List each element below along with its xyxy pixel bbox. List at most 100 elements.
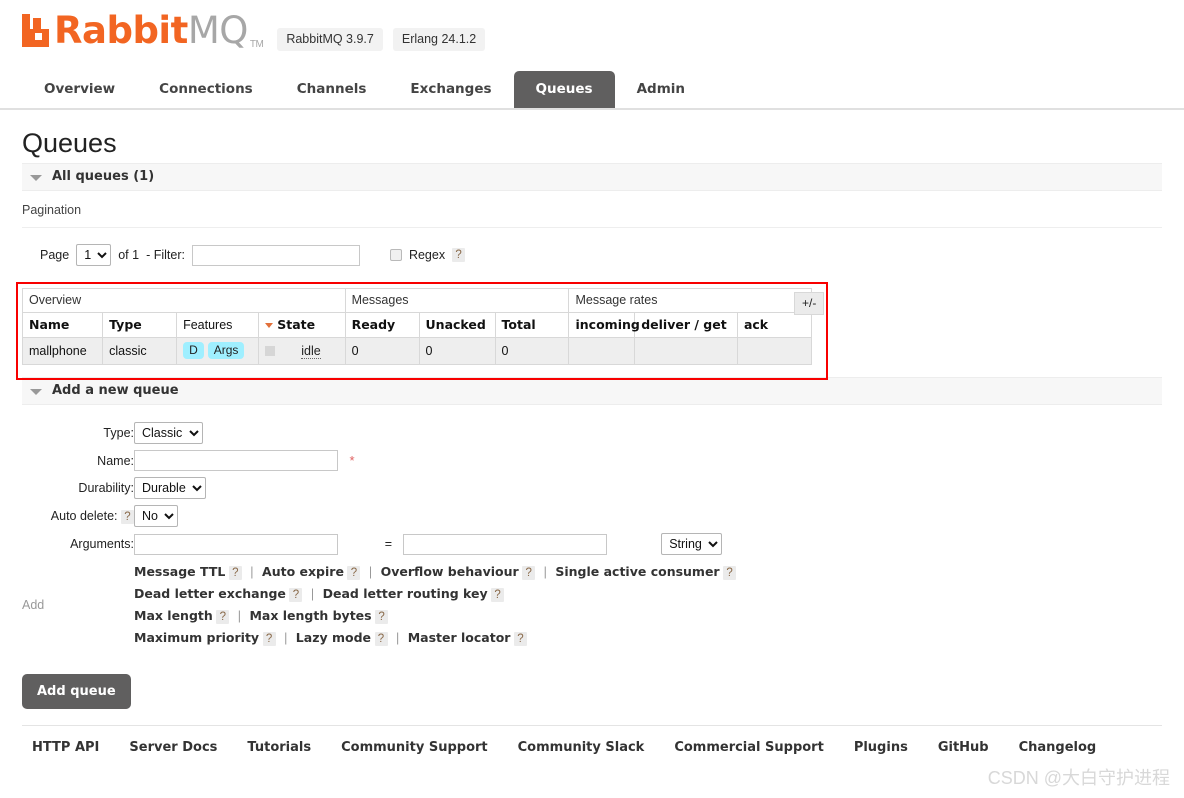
preset-dead-letter-exchange[interactable]: Dead letter exchange	[134, 586, 286, 601]
queue-features-cell: D Args	[176, 337, 260, 365]
tab-exchanges[interactable]: Exchanges	[388, 71, 513, 108]
column-header-ready[interactable]: Ready	[344, 312, 420, 338]
preset-master-locator[interactable]: Master locator	[408, 630, 511, 645]
erlang-version-badge: Erlang 24.1.2	[392, 28, 486, 51]
preset-overflow-behaviour[interactable]: Overflow behaviour	[381, 564, 519, 579]
footer-link-tutorials[interactable]: Tutorials	[247, 740, 311, 755]
auto-delete-help-icon[interactable]: ?	[121, 509, 134, 524]
preset-message-ttl[interactable]: Message TTL	[134, 564, 225, 579]
preset-row-3: Max length ? | Max length bytes ?	[134, 605, 736, 627]
page-count-label: of 1	[118, 248, 140, 262]
page-label: Page	[40, 248, 70, 262]
footer-link-changelog[interactable]: Changelog	[1019, 740, 1097, 755]
dead-letter-routing-key-help-icon[interactable]: ?	[491, 588, 505, 602]
add-queue-section-header[interactable]: Add a new queue	[22, 377, 1162, 405]
app-header: RabbitMQ TM RabbitMQ 3.9.7 Erlang 24.1.2	[0, 0, 1184, 70]
add-queue-heading: Add a new queue	[52, 383, 179, 398]
regex-help-icon[interactable]: ?	[452, 248, 466, 262]
auto-delete-select[interactable]: No	[134, 505, 178, 527]
preset-row-1: Message TTL ? | Auto expire ? | Overflow…	[134, 561, 737, 583]
argument-key-input[interactable]	[134, 533, 338, 555]
argument-value-input[interactable]	[402, 533, 607, 555]
queue-unacked-cell: 0	[418, 337, 496, 365]
maximum-priority-help-icon[interactable]: ?	[262, 632, 276, 646]
form-row-name: Name: *	[22, 447, 736, 474]
argument-type-select[interactable]: String	[661, 533, 723, 555]
column-header-deliver-get[interactable]: deliver / get	[634, 312, 738, 338]
pagination-label: Pagination	[22, 191, 1162, 228]
footer-link-community-slack[interactable]: Community Slack	[518, 740, 645, 755]
queue-name-cell[interactable]: mallphone	[21, 337, 104, 365]
toggle-columns-button[interactable]: +/-	[794, 292, 825, 315]
footer-link-http-api[interactable]: HTTP API	[32, 740, 99, 755]
footer-link-community-support[interactable]: Community Support	[341, 740, 488, 755]
table-row[interactable]: mallphone classic D Args idle 0 0 0	[21, 337, 813, 365]
tab-channels[interactable]: Channels	[275, 71, 389, 108]
add-queue-button[interactable]: Add queue	[22, 674, 131, 709]
all-queues-section-header[interactable]: All queues (1)	[22, 163, 1162, 191]
tab-connections[interactable]: Connections	[137, 71, 275, 108]
overflow-behaviour-help-icon[interactable]: ?	[522, 566, 536, 580]
column-header-type[interactable]: Type	[102, 312, 178, 338]
queue-ready-cell: 0	[344, 337, 420, 365]
all-queues-label: All queues (1)	[52, 169, 155, 184]
max-length-help-icon[interactable]: ?	[216, 610, 230, 624]
pagination-controls: Page 1 of 1 - Filter: Regex ?	[22, 228, 1162, 280]
queue-type-cell: classic	[102, 337, 178, 365]
table-column-header-row: Name Type Features State Ready Unacked T…	[21, 312, 813, 338]
footer-link-commercial-support[interactable]: Commercial Support	[674, 740, 824, 755]
page-footer: HTTP API Server Docs Tutorials Community…	[22, 725, 1162, 755]
queue-ack-cell	[736, 337, 813, 365]
rabbitmq-version-badge: RabbitMQ 3.9.7	[277, 28, 383, 51]
preset-auto-expire[interactable]: Auto expire	[262, 564, 344, 579]
add-argument-label[interactable]: Add	[22, 558, 134, 652]
page-select[interactable]: 1	[76, 244, 112, 266]
master-locator-help-icon[interactable]: ?	[513, 632, 527, 646]
queue-name-input[interactable]	[134, 450, 338, 471]
column-header-incoming[interactable]: incoming	[568, 312, 640, 338]
filter-input[interactable]	[191, 244, 360, 266]
column-header-ack[interactable]: ack	[736, 312, 813, 338]
single-active-consumer-help-icon[interactable]: ?	[723, 566, 737, 580]
tab-overview[interactable]: Overview	[22, 71, 137, 108]
brand-wordmark: RabbitMQ TM	[54, 12, 264, 50]
collapse-triangle-icon[interactable]	[30, 388, 42, 395]
group-header-message-rates: Message rates	[568, 288, 812, 313]
auto-delete-label: Auto delete: ?	[22, 502, 134, 530]
preset-single-active-consumer[interactable]: Single active consumer	[555, 564, 719, 579]
tab-admin[interactable]: Admin	[615, 71, 707, 108]
auto-expire-help-icon[interactable]: ?	[347, 566, 361, 580]
dead-letter-exchange-help-icon[interactable]: ?	[289, 588, 303, 602]
feature-badge-args[interactable]: Args	[207, 342, 245, 359]
preset-max-length[interactable]: Max length	[134, 608, 213, 623]
preset-lazy-mode[interactable]: Lazy mode	[296, 630, 371, 645]
preset-max-length-bytes[interactable]: Max length bytes	[249, 608, 371, 623]
queue-state-text: idle	[301, 343, 321, 359]
preset-dead-letter-routing-key[interactable]: Dead letter routing key	[323, 586, 488, 601]
lazy-mode-help-icon[interactable]: ?	[374, 632, 388, 646]
max-length-bytes-help-icon[interactable]: ?	[375, 610, 389, 624]
tab-queues[interactable]: Queues	[513, 71, 615, 108]
type-select[interactable]: Classic	[134, 422, 203, 444]
footer-link-github[interactable]: GitHub	[938, 740, 989, 755]
filter-label: - Filter:	[146, 248, 185, 262]
preset-maximum-priority[interactable]: Maximum priority	[134, 630, 259, 645]
message-ttl-help-icon[interactable]: ?	[228, 566, 242, 580]
column-header-features[interactable]: Features	[176, 312, 260, 338]
regex-checkbox[interactable]	[389, 249, 402, 261]
column-header-name[interactable]: Name	[21, 312, 104, 338]
rabbit-logo-icon	[22, 14, 52, 47]
footer-link-plugins[interactable]: Plugins	[854, 740, 908, 755]
add-queue-form: Type: Classic Name: * Durability: Durabl…	[22, 405, 1162, 709]
queues-table-zone: +/- Overview Messages Message rates Name…	[16, 280, 1162, 380]
column-header-state[interactable]: State	[258, 312, 346, 338]
collapse-triangle-icon[interactable]	[30, 174, 42, 181]
group-header-overview: Overview	[22, 288, 346, 313]
column-header-total[interactable]: Total	[494, 312, 570, 338]
footer-link-server-docs[interactable]: Server Docs	[129, 740, 217, 755]
durability-label: Durability:	[78, 481, 134, 495]
durability-select[interactable]: Durable	[134, 477, 206, 499]
watermark-text: CSDN @大白守护进程	[987, 768, 1170, 788]
column-header-unacked[interactable]: Unacked	[418, 312, 496, 338]
queue-deliver-get-cell	[634, 337, 738, 365]
